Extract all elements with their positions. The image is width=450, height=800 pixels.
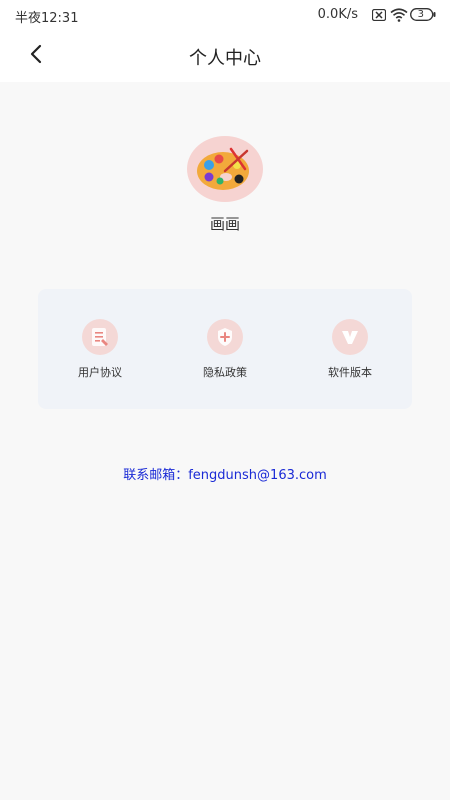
menu-label: 隐私政策 [203,366,247,379]
menu-label: 用户协议 [78,366,122,379]
page-title: 个人中心 [189,48,261,69]
menu-label: 软件版本 [328,366,372,379]
avatar[interactable] [187,136,263,202]
user-agreement-item[interactable]: 用户协议 [50,319,150,385]
contact-email[interactable]: 联系邮箱：fengdunsh@163.com [0,464,450,483]
navbar: 个人中心 [0,30,450,82]
network-speed: 0.0K/s [317,7,358,22]
status-time: 半夜12:31 [15,11,79,26]
shield-icon [207,319,243,355]
document-icon [82,319,118,355]
version-v-icon [332,319,368,355]
profile-name: 画画 [209,215,240,233]
menu-card: 用户协议 隐私政策 软件版本 [38,289,412,409]
status-bar: 半夜12:31 0.0K/s 3 [0,0,450,30]
software-version-item[interactable]: 软件版本 [300,319,400,385]
sim-x-icon [371,8,387,25]
battery-level: 3 [417,9,424,20]
privacy-policy-item[interactable]: 隐私政策 [175,319,275,385]
palette-icon [197,147,249,190]
wifi-icon [390,8,408,26]
